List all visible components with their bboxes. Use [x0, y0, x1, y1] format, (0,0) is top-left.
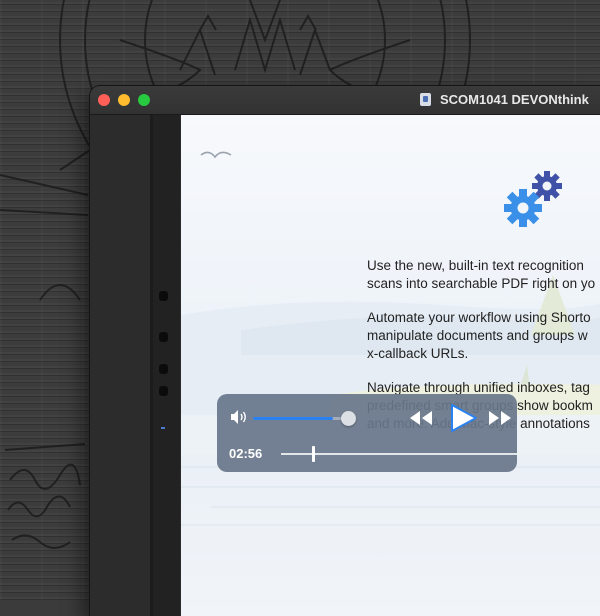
text-line: Navigate through unified inboxes, tag	[367, 380, 590, 395]
playhead[interactable]	[312, 446, 315, 462]
feature-paragraph-automation: Automate your workflow using Shorto mani…	[367, 309, 600, 363]
bird-icon	[200, 151, 232, 159]
minimize-window-button[interactable]	[118, 94, 130, 106]
text-line: scans into searchable PDF right on yo	[367, 276, 596, 291]
play-icon[interactable]	[447, 402, 479, 434]
close-window-button[interactable]	[98, 94, 110, 106]
playback-scrubber[interactable]	[281, 453, 517, 455]
volume-level	[253, 417, 333, 420]
list-marker	[159, 386, 168, 396]
list-marker	[159, 332, 168, 342]
feature-paragraph-ocr: Use the new, built-in text recognition s…	[367, 257, 600, 293]
zoom-window-button[interactable]	[138, 94, 150, 106]
text-line: manipulate documents and groups w	[367, 328, 588, 343]
selection-indicator	[161, 427, 165, 429]
app-window: SCOM1041 DEVONthink Use the new, built-i…	[90, 86, 600, 616]
list-marker	[159, 291, 168, 301]
volume-knob[interactable]	[341, 411, 356, 426]
list-marker	[159, 364, 168, 374]
text-line: Use the new, built-in text recognition	[367, 258, 584, 273]
volume-slider[interactable]	[253, 417, 349, 420]
sidebar[interactable]	[90, 115, 150, 616]
media-controls: 02:56	[217, 394, 517, 472]
window-title: SCOM1041 DEVONthink	[440, 92, 589, 107]
welcome-view: Use the new, built-in text recognition s…	[181, 115, 600, 616]
text-line: Automate your workflow using Shorto	[367, 310, 591, 325]
text-line: x-callback URLs.	[367, 346, 469, 361]
gear-icon	[504, 189, 542, 227]
title-bar[interactable]: SCOM1041 DEVONthink	[90, 86, 600, 115]
rewind-icon[interactable]	[408, 409, 434, 427]
fast-forward-icon[interactable]	[487, 409, 513, 427]
volume-icon[interactable]	[229, 408, 249, 426]
database-icon	[420, 93, 431, 106]
elapsed-time: 02:56	[229, 446, 263, 461]
